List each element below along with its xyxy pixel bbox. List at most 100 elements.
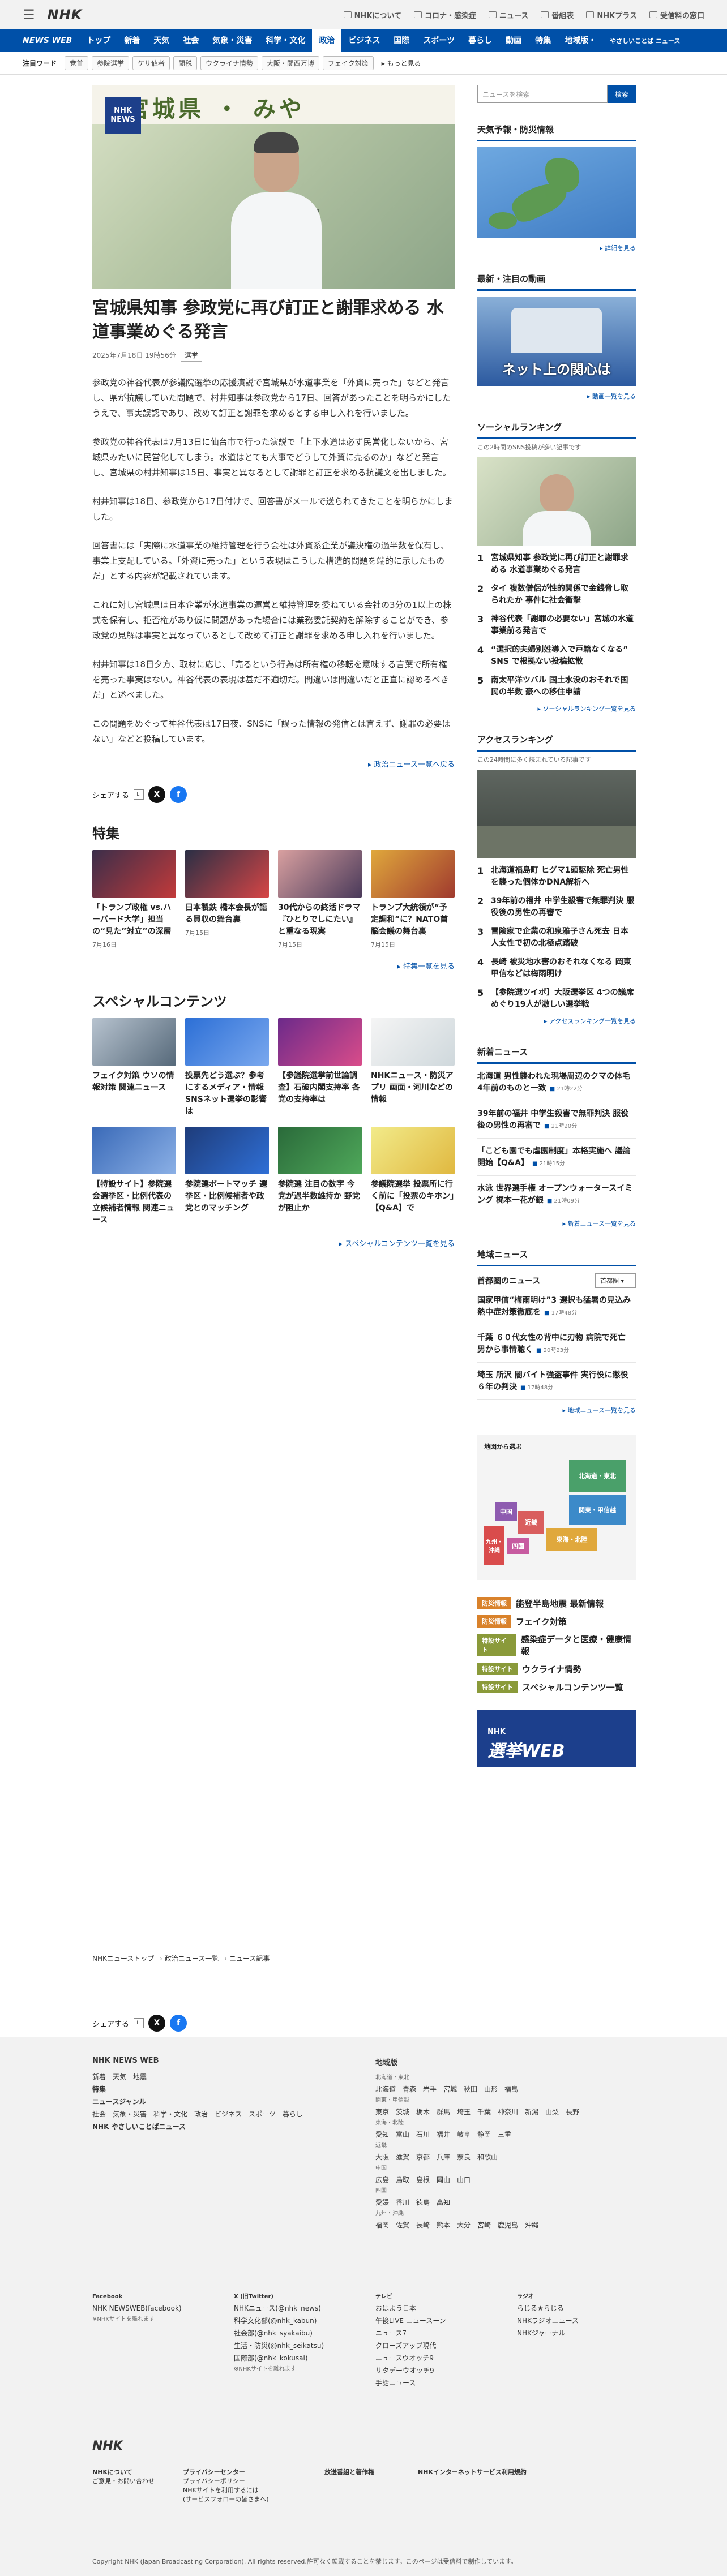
map-region-button[interactable]: 近畿 xyxy=(518,1511,544,1534)
social-ranking-more-link[interactable]: ソーシャルランキング一覧を見る xyxy=(477,704,636,713)
weather-more-link[interactable]: 詳細を見る xyxy=(477,243,636,252)
header-link-corona[interactable]: コロナ・感染症 xyxy=(414,10,476,20)
special-card[interactable]: 投票先どう選ぶ？参考にするメディア・情報 SNSネット選挙の影響は xyxy=(185,1018,269,1118)
special-card[interactable]: フェイク対策 ウソの情報対策 関連ニュース xyxy=(92,1018,176,1118)
politics-list-link[interactable]: 政治ニュース一覧へ戻る xyxy=(92,758,455,769)
new-news-item[interactable]: 「こども園でも虐園制度」本格実施へ 議論開始【Q&A】21時15分 xyxy=(477,1145,636,1176)
breadcrumb-item[interactable]: NHKニューストップ xyxy=(92,1954,154,1963)
local-news-item[interactable]: 埼玉 所沢 闇バイト強盗事件 実行役に懲役６年の判決17時48分 xyxy=(477,1369,636,1400)
nav-business[interactable]: ビジネス xyxy=(341,29,387,52)
keyword-tag[interactable]: 党首 xyxy=(65,56,89,70)
nav-science[interactable]: 科学・文化 xyxy=(259,29,312,52)
facebook-share-icon[interactable]: f xyxy=(170,2015,187,2032)
nhk-logo[interactable]: NHK xyxy=(48,7,83,23)
weather-map[interactable] xyxy=(477,147,636,238)
nav-top[interactable]: トップ xyxy=(80,29,117,52)
social-rank-item[interactable]: 3 神谷代表「謝罪の必要ない」宮城の水道事業前る発言で xyxy=(477,613,636,637)
nav-life[interactable]: 暮らし xyxy=(461,29,499,52)
header-link-fee[interactable]: 受信料の窓口 xyxy=(649,10,704,20)
nav-special[interactable]: 特集 xyxy=(528,29,558,52)
nav-local[interactable]: 地域版・ xyxy=(558,29,603,52)
access-rank-item[interactable]: 4 長崎 被災地水害のおそれなくなる 岡東甲信などは梅雨明け xyxy=(477,956,636,980)
nav-society[interactable]: 社会 xyxy=(176,29,206,52)
feature-card[interactable]: 30代からの終活ドラマ『ひとりでしにたい』と重なる現実 7月15日 xyxy=(278,850,362,949)
featured-link[interactable]: 防災情報 フェイク対策 xyxy=(477,1615,636,1628)
search-button[interactable]: 検索 xyxy=(608,85,636,103)
nav-new[interactable]: 新着 xyxy=(117,29,147,52)
nav-politics[interactable]: 政治 xyxy=(312,29,342,52)
keyword-tag[interactable]: ケサ値者 xyxy=(132,56,170,70)
nav-international[interactable]: 国際 xyxy=(387,29,416,52)
local-news-item[interactable]: 千葉 ６０代女性の背中に刃物 病院で死亡 男から事情聴く20時23分 xyxy=(477,1332,636,1363)
social-rank-item[interactable]: 4 “選択的夫婦別姓導入で戸籍なくなる” SNS で根拠ない投稿拡散 xyxy=(477,644,636,668)
keyword-tag[interactable]: フェイク対策 xyxy=(322,56,374,70)
special-card[interactable]: 参院選ボートマッチ 選挙区・比例候補者や政党とのマッチング xyxy=(185,1127,269,1226)
menu-icon[interactable]: ☰ xyxy=(23,7,35,23)
keyword-more-link[interactable]: ▸ もっと見る xyxy=(382,58,421,68)
search-input[interactable]: ニュースを検索 xyxy=(477,85,608,103)
social-ranking-image[interactable] xyxy=(477,457,636,546)
access-rank-item[interactable]: 3 冒険家で企業の和泉雅子さん死去 日本人女性で初の北極点踏破 xyxy=(477,926,636,950)
new-news-item[interactable]: 39年前の福井 中学生殺害で無罪判決 服役後の男性の再審で21時20分 xyxy=(477,1108,636,1139)
x-share-icon[interactable]: X xyxy=(148,786,166,803)
share-line-icon[interactable]: LI xyxy=(134,2018,144,2028)
nav-easy-news[interactable]: やさしいことば ニュース xyxy=(603,29,687,52)
local-news-more-link[interactable]: 地域ニュース一覧を見る xyxy=(477,1406,636,1415)
featured-link[interactable]: 防災情報 能登半島地震 最新情報 xyxy=(477,1597,636,1609)
feature-card[interactable]: 日本製鉄 橋本会長が語る買収の舞台裏 7月15日 xyxy=(185,850,269,949)
featured-link[interactable]: 特設サイト スペシャルコンテンツ一覧 xyxy=(477,1681,636,1693)
featured-link[interactable]: 特設サイト 感染症データと医療・健康情報 xyxy=(477,1633,636,1657)
keyword-tag[interactable]: 大阪・関西万博 xyxy=(261,56,319,70)
special-more-link[interactable]: スペシャルコンテンツ一覧を見る xyxy=(92,1238,455,1248)
header-link-about[interactable]: NHKについて xyxy=(343,10,401,20)
facebook-share-icon[interactable]: f xyxy=(170,786,187,803)
social-rank-item[interactable]: 2 タイ 複数僧侶が性的関係で金銭脅し取られたか 事件に社会衝撃 xyxy=(477,583,636,607)
header-link-schedule[interactable]: 番組表 xyxy=(541,10,574,20)
map-region-button[interactable]: 九州・沖縄 xyxy=(484,1526,504,1565)
video-more-link[interactable]: 動画一覧を見る xyxy=(477,392,636,401)
access-ranking-image[interactable] xyxy=(477,770,636,858)
header-link-plus[interactable]: NHKプラス xyxy=(586,10,637,20)
map-region-button[interactable]: 中国 xyxy=(495,1502,517,1521)
nav-weather[interactable]: 天気 xyxy=(147,29,176,52)
feature-card[interactable]: 「トランプ政権 vs.ハーバード大学」担当の“見た”対立”の深層 7月16日 xyxy=(92,850,176,949)
share-line-icon[interactable]: LI xyxy=(134,789,144,800)
header-link-news[interactable]: ニュース xyxy=(489,10,528,20)
map-region-button[interactable]: 四国 xyxy=(507,1538,529,1554)
news-web-logo[interactable]: NEWS WEB xyxy=(23,36,72,45)
map-region-button[interactable]: 関東・甲信越 xyxy=(569,1495,626,1525)
local-news-item[interactable]: 国家甲信“梅雨明け”3 選択も猛暑の見込み 熱中症対策徹底を17時48分 xyxy=(477,1295,636,1325)
map-region-button[interactable]: 北海道・東北 xyxy=(569,1460,626,1492)
map-region-button[interactable]: 東海・北陸 xyxy=(546,1528,597,1551)
access-rank-item[interactable]: 5 【参院選ツイボ】大阪選挙区 4つの議席めぐり19人が激しい選挙戦 xyxy=(477,987,636,1011)
access-ranking-more-link[interactable]: アクセスランキング一覧を見る xyxy=(477,1016,636,1025)
x-share-icon[interactable]: X xyxy=(148,2015,166,2032)
nav-disaster[interactable]: 気象・災害 xyxy=(206,29,259,52)
feature-card[interactable]: トランプ大統領が“予定調和”に？NATO首脳会議の舞台裏 7月15日 xyxy=(371,850,455,949)
special-card[interactable]: 参院選 注目の数字 今党が過半数維持か 野党が阻止か xyxy=(278,1127,362,1226)
keyword-tag[interactable]: ウクライナ情勢 xyxy=(200,56,258,70)
footer-nhk-logo[interactable]: NHK xyxy=(92,2439,123,2453)
social-rank-item[interactable]: 5 南太平洋ツバル 国土水没のおそれで国民の半数 豪への移住申請 xyxy=(477,675,636,698)
featured-link[interactable]: 特設サイト ウクライナ情勢 xyxy=(477,1663,636,1675)
article-category-badge[interactable]: 選挙 xyxy=(180,349,202,362)
keyword-tag[interactable]: 関税 xyxy=(173,56,198,70)
video-thumbnail[interactable]: ネット上の関心は xyxy=(477,297,636,386)
new-news-more-link[interactable]: 新着ニュース一覧を見る xyxy=(477,1219,636,1228)
election-web-banner[interactable]: NHK 選挙WEB xyxy=(477,1710,636,1767)
features-more-link[interactable]: 特集一覧を見る xyxy=(92,960,455,971)
access-rank-item[interactable]: 1 北海道福島町 ヒグマ1頭駆除 死亡男性を襲った個体かDNA解析へ xyxy=(477,865,636,888)
nav-sports[interactable]: スポーツ xyxy=(416,29,461,52)
new-news-item[interactable]: 水泳 世界選手権 オープンウォータースイミング 梶本一花が銀21時09分 xyxy=(477,1183,636,1213)
breadcrumb-item[interactable]: 政治ニュース一覧 xyxy=(160,1954,219,1963)
keyword-tag[interactable]: 参院選挙 xyxy=(92,56,130,70)
access-rank-item[interactable]: 2 39年前の福井 中学生殺害で無罪判決 服役後の男性の再審で xyxy=(477,895,636,919)
new-news-item[interactable]: 北海道 男性襲われた現場周辺のクマの体毛 4年前のものと一致21時22分 xyxy=(477,1071,636,1101)
special-card[interactable]: NHKニュース・防災アプリ 画面・河川などの情報 xyxy=(371,1018,455,1118)
social-rank-item[interactable]: 1 宮城県知事 参政党に再び訂正と謝罪求める 水道事業めぐる発言 xyxy=(477,552,636,576)
special-card[interactable]: 【特設サイト】参院選 会選挙区・比例代表の立候補者情報 関連ニュース xyxy=(92,1127,176,1226)
region-select[interactable]: 首都圏 ▾ xyxy=(595,1273,636,1288)
nav-video[interactable]: 動画 xyxy=(499,29,528,52)
special-card[interactable]: 【参議院選挙前世論調査】石破内閣支持率 各党の支持率は xyxy=(278,1018,362,1118)
special-card[interactable]: 参議院選挙 投票所に行く前に「投票のキホン」【Q&A】で xyxy=(371,1127,455,1226)
